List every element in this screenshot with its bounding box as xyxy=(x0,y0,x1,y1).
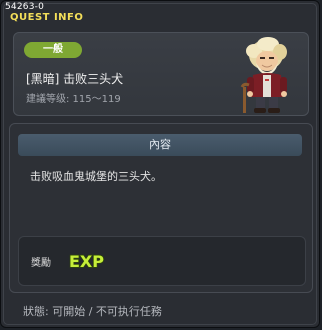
quest-name: [黑暗] 击败三头犬 xyxy=(26,72,124,86)
content-header: 內容 xyxy=(18,134,302,156)
reward-box: 獎勵 EXP xyxy=(18,236,306,286)
quest-info-window: 54263-0 QUEST INFO 一般 [黑暗] 击败三头犬 建議等级: 1… xyxy=(0,0,320,328)
exp-icon: EXP xyxy=(68,251,105,271)
window-title: QUEST INFO xyxy=(10,12,84,23)
quest-header-panel: 一般 [黑暗] 击败三头犬 建議等级: 115〜119 xyxy=(13,32,309,116)
quest-id: 54263-0 xyxy=(5,2,45,12)
quest-status: 狀態: 可開始 / 不可执行任務 xyxy=(23,305,162,318)
npc-portrait-icon xyxy=(240,37,287,113)
reward-label: 獎勵 xyxy=(31,258,51,269)
quest-category-badge: 一般 xyxy=(24,42,82,58)
quest-description: 击败吸血鬼城堡的三头犬。 xyxy=(30,170,162,183)
quest-content-panel: 內容 击败吸血鬼城堡的三头犬。 獎勵 EXP xyxy=(9,123,313,293)
quest-recommended-level: 建議等级: 115〜119 xyxy=(26,94,121,105)
exp-text: EXP xyxy=(69,252,104,271)
